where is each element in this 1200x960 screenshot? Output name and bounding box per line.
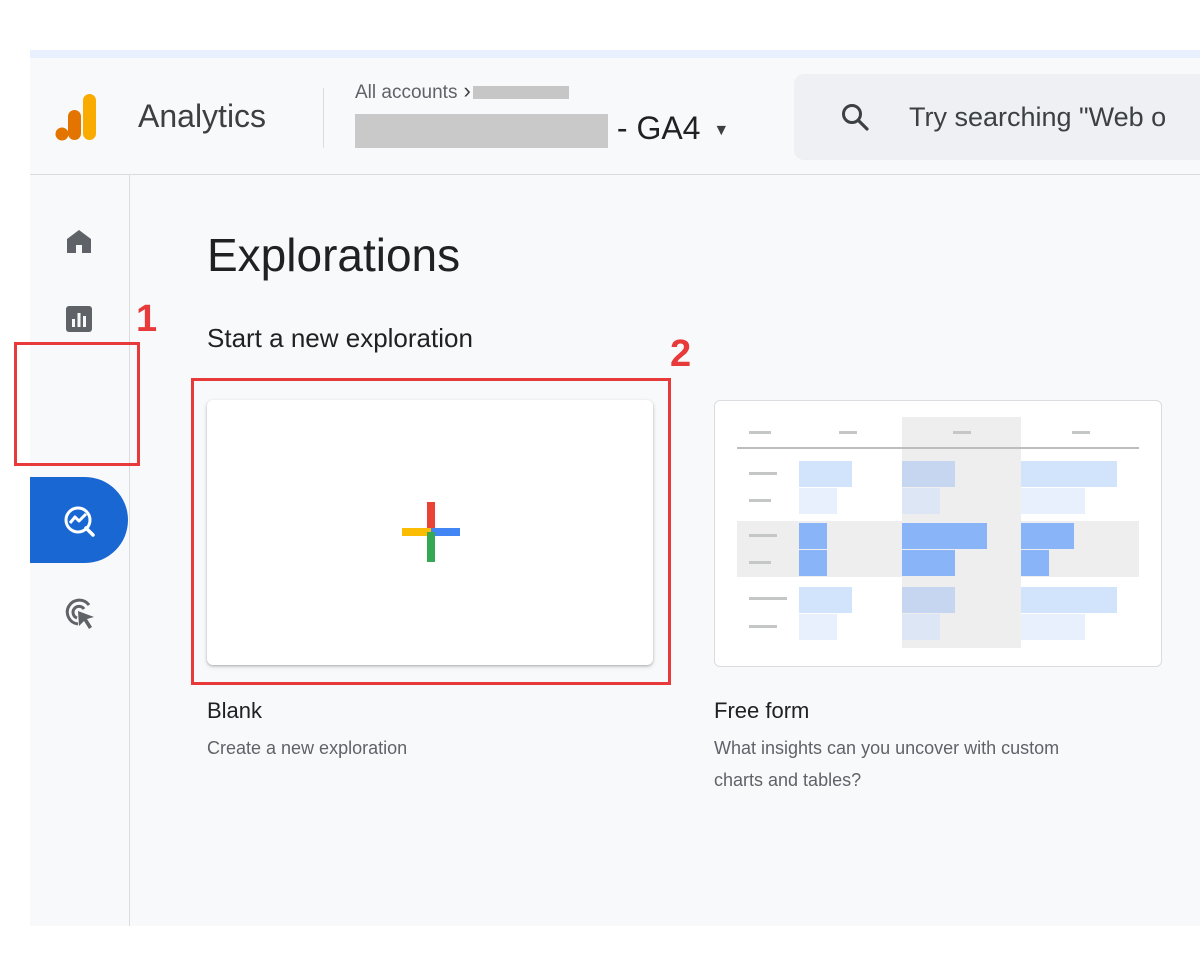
browser-top-strip <box>30 50 1200 58</box>
preview-cell <box>749 561 771 564</box>
preview-bar <box>1021 587 1117 613</box>
explore-icon <box>64 506 95 537</box>
app-title: Analytics <box>138 98 267 134</box>
preview-cell <box>749 431 771 434</box>
preview-bar <box>902 587 955 613</box>
preview-bar <box>902 488 940 514</box>
side-navigation <box>30 175 130 926</box>
redacted-property-name <box>355 113 608 148</box>
preview-header-line <box>737 447 1139 449</box>
preview-cell <box>749 625 777 628</box>
nav-home[interactable] <box>30 210 129 270</box>
preview-bar <box>902 523 987 549</box>
preview-bar <box>1021 488 1085 514</box>
preview-bar <box>1021 614 1085 640</box>
preview-bar <box>902 461 955 487</box>
annotation-box-blank <box>191 378 671 685</box>
annotation-number-2: 2 <box>670 333 692 375</box>
preview-cell <box>839 431 857 434</box>
preview-bar <box>799 488 837 514</box>
property-selector[interactable]: - GA4 ▼ <box>355 110 729 148</box>
nav-explore[interactable] <box>30 477 128 563</box>
blank-template-label[interactable]: Blank <box>207 698 262 724</box>
analytics-logo-icon[interactable] <box>54 90 100 146</box>
advertising-icon <box>65 598 94 629</box>
preview-cell <box>749 472 777 475</box>
preview-bar <box>1021 523 1074 549</box>
free-form-template-description: What insights can you uncover with custo… <box>714 732 1059 796</box>
breadcrumb-all-accounts[interactable]: All accounts <box>355 82 457 103</box>
redacted-account-name <box>472 86 569 100</box>
search-icon <box>842 104 869 131</box>
preview-bar <box>799 461 852 487</box>
annotation-number-1: 1 <box>136 298 158 340</box>
preview-cell <box>1072 431 1090 434</box>
property-suffix: - GA4 <box>616 110 701 146</box>
nav-advertising[interactable] <box>30 581 129 641</box>
home-icon <box>67 230 91 253</box>
nav-reports[interactable] <box>30 288 129 348</box>
search-bar[interactable]: Try searching "Web o <box>794 74 1200 160</box>
free-form-template-label[interactable]: Free form <box>714 698 809 724</box>
preview-bar <box>902 614 940 640</box>
preview-cell <box>749 534 777 537</box>
reports-icon <box>66 306 92 332</box>
free-form-description-line-1: What insights can you uncover with custo… <box>714 738 1060 758</box>
search-placeholder[interactable]: Try searching "Web o <box>909 102 1166 133</box>
blank-template-description: Create a new exploration <box>207 738 408 758</box>
breadcrumb[interactable]: All accounts › <box>355 78 569 104</box>
preview-bar <box>799 587 852 613</box>
preview-bar <box>902 550 955 576</box>
caret-down-icon: ▼ <box>713 121 730 139</box>
top-header: Analytics All accounts › - GA4 ▼ Try sear… <box>30 58 1200 175</box>
preview-bar <box>799 523 827 549</box>
section-title: Start a new exploration <box>207 323 473 353</box>
free-form-description-line-2: charts and tables? <box>714 770 862 790</box>
preview-bar <box>1021 550 1049 576</box>
preview-cell <box>749 499 771 502</box>
header-divider <box>323 88 324 148</box>
preview-bar <box>799 614 837 640</box>
free-form-template-card[interactable] <box>714 400 1162 667</box>
annotation-box-explore <box>14 342 140 466</box>
page-title: Explorations <box>207 229 461 281</box>
preview-cell <box>749 597 787 600</box>
preview-bar <box>799 550 827 576</box>
preview-bar <box>1021 461 1117 487</box>
chevron-right-icon: › <box>463 78 471 103</box>
preview-cell <box>953 431 971 434</box>
